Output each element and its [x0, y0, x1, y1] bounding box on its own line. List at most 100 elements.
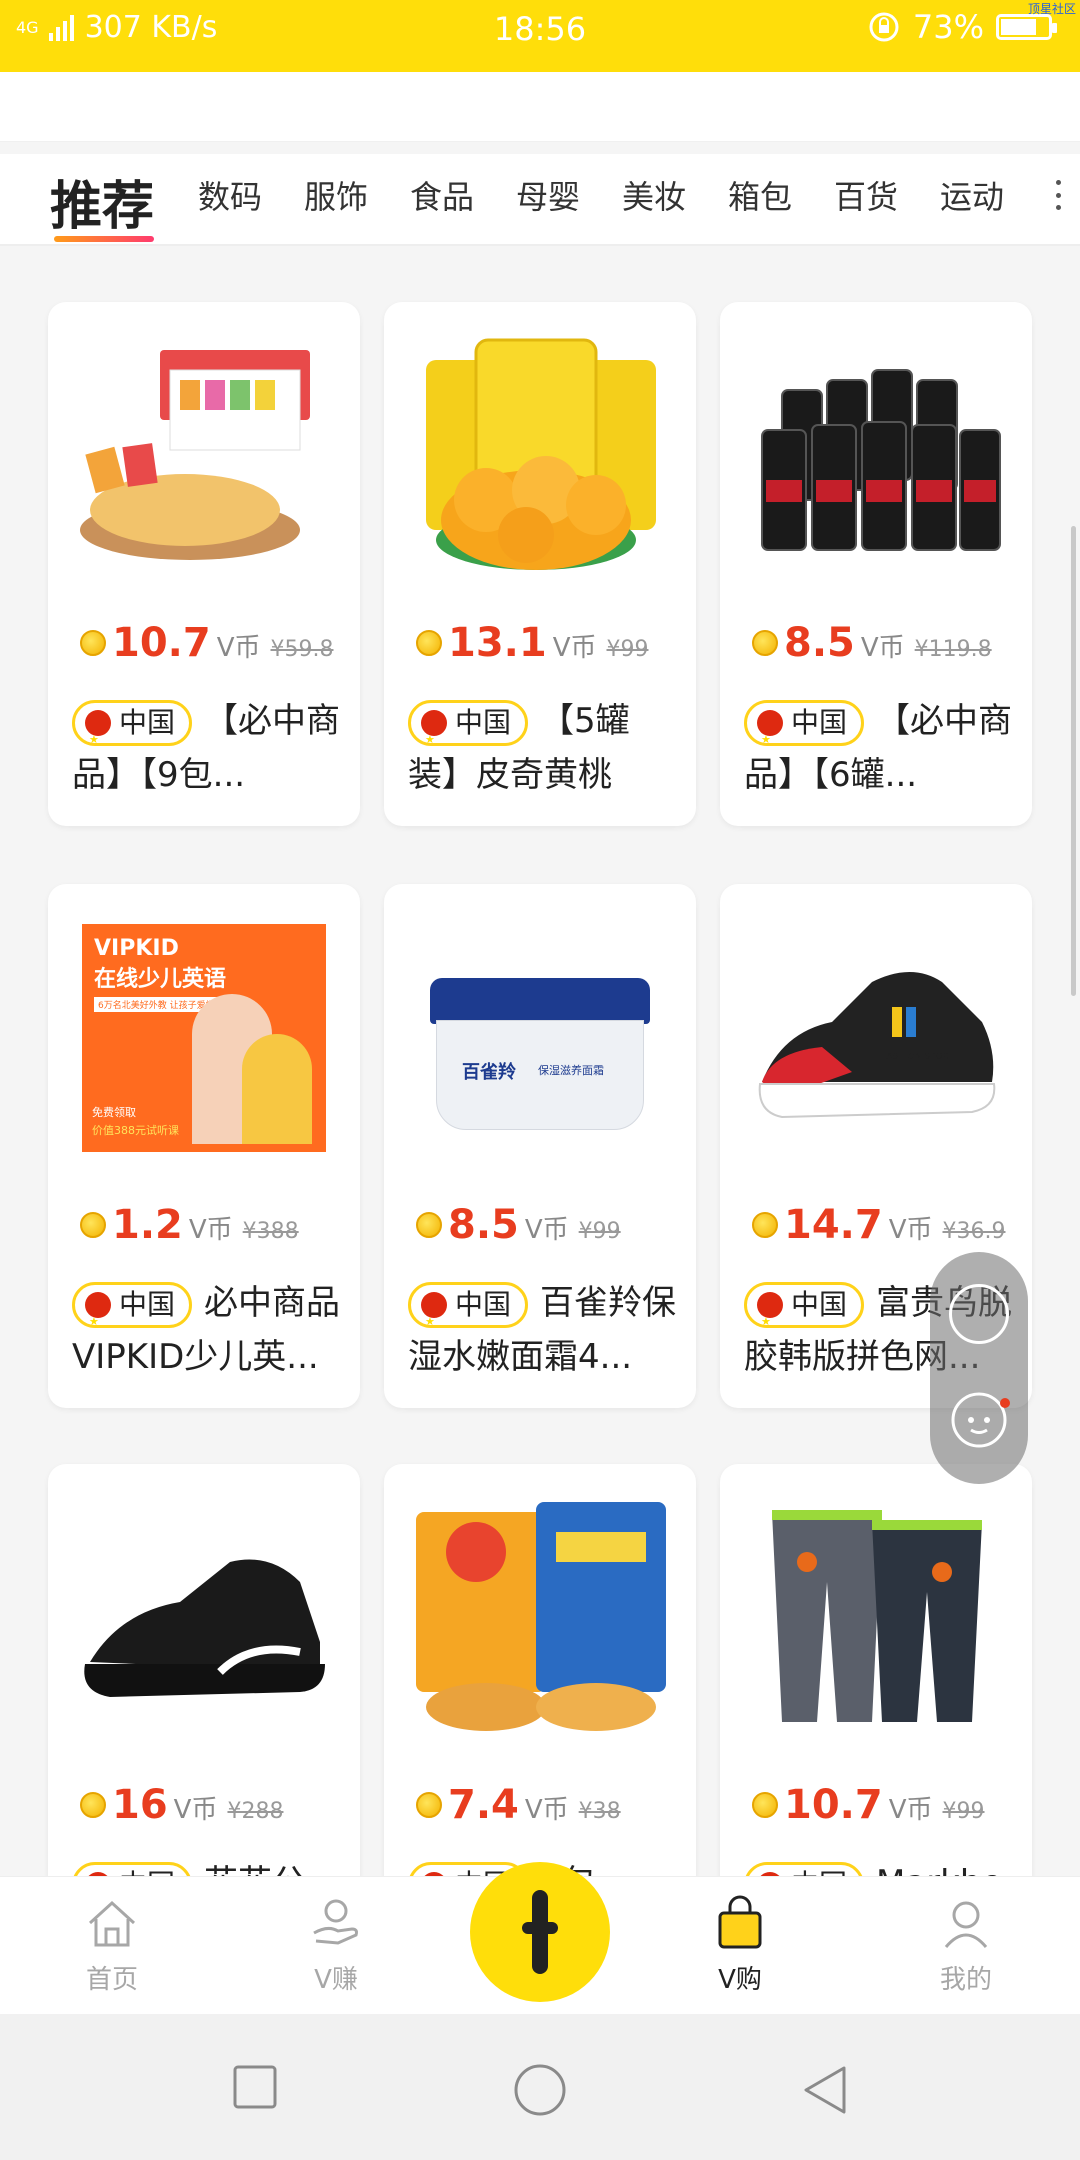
assistant-circle-icon[interactable]	[949, 1284, 1009, 1344]
nav-shop[interactable]: V购	[660, 1895, 820, 1996]
tab-sports[interactable]: 运动	[940, 172, 1004, 218]
original-price: ¥99	[578, 1219, 621, 1244]
battery-percent: 73%	[912, 8, 984, 46]
china-flag-icon	[421, 709, 447, 767]
product-title: 中国必中商品VIPKID少儿英...	[72, 1276, 340, 1384]
price-unit: V币	[188, 1215, 233, 1245]
country-label: 中国	[119, 705, 176, 739]
tab-general[interactable]: 百货	[834, 172, 898, 218]
coin-icon	[416, 1212, 442, 1238]
product-title: 中国【5罐装】皮奇黄桃罐...	[408, 694, 676, 802]
product-title: 中国 Markbe	[744, 1856, 1012, 1876]
price: 14.7	[784, 1202, 883, 1248]
cream-type: 保湿滋养面霜	[538, 1064, 604, 1077]
back-triangle-icon[interactable]	[800, 2062, 850, 2118]
price: 8.5	[784, 620, 855, 666]
tab-bags[interactable]: 箱包	[728, 172, 792, 218]
product-card[interactable]: 13.1 V币 ¥99 中国【5罐装】皮奇黄桃罐...	[384, 302, 696, 826]
country-label: 中国	[119, 1287, 176, 1321]
tab-active-indicator	[54, 236, 154, 242]
nav-earn[interactable]: V赚	[256, 1895, 416, 1996]
price: 16	[112, 1782, 168, 1828]
top-category-strip	[0, 72, 1080, 142]
price-row: 10.7 V币 ¥99	[752, 1782, 985, 1828]
coin-icon	[752, 1792, 778, 1818]
country-tag: 中国	[408, 1281, 529, 1349]
original-price: ¥59.8	[270, 637, 334, 662]
china-flag-icon	[85, 709, 111, 767]
china-flag-icon	[757, 709, 783, 767]
product-card[interactable]: 10.7 V币 ¥99 中国 Markbe	[720, 1464, 1032, 1876]
price-row: 13.1 V币 ¥99	[416, 620, 649, 666]
notification-dot	[1000, 1398, 1010, 1408]
scrollbar[interactable]	[1071, 526, 1076, 996]
country-label: 中国	[455, 1287, 512, 1321]
tab-apparel[interactable]: 服饰	[304, 172, 368, 218]
tab-beauty[interactable]: 美妆	[622, 172, 686, 218]
nav-profile[interactable]: 我的	[886, 1895, 1046, 1996]
price-row: 7.4 V币 ¥38	[416, 1782, 621, 1828]
product-card[interactable]: 8.5 V币 ¥119.8 中国【必中商品】【6罐...	[720, 302, 1032, 826]
product-card[interactable]: 16 V币 ¥288 中国 花花公	[48, 1464, 360, 1876]
price-row: 14.7 V币 ¥36.9	[752, 1202, 1005, 1248]
user-icon	[944, 1901, 988, 1948]
vipkid-value: 价值388元试听课	[92, 1124, 179, 1137]
product-card[interactable]: VIPKID 在线少儿英语 6万名北美好外教 让孩子爱学爱说 免费领取 价值38…	[48, 884, 360, 1408]
china-flag-icon	[85, 1291, 111, 1349]
nav-home[interactable]: 首页	[32, 1895, 192, 1996]
cream-brand: 百雀羚	[462, 1062, 516, 1083]
coin-icon	[80, 630, 106, 656]
tab-baby[interactable]: 母婴	[516, 172, 580, 218]
hand-coin-icon	[313, 1899, 358, 1945]
vipkid-brand: VIPKID	[94, 936, 179, 961]
country-label: 中国	[791, 705, 848, 739]
price-unit: V币	[860, 633, 905, 663]
country-tag: 中国	[744, 699, 865, 767]
product-image-snack-bags	[416, 1502, 666, 1731]
original-price: ¥99	[606, 637, 649, 662]
product-card[interactable]: 7.4 V币 ¥38 中国2包	[384, 1464, 696, 1876]
country-tag: 中国	[72, 699, 193, 767]
original-price: ¥99	[942, 1799, 985, 1824]
nav-shop-label: V购	[718, 1965, 762, 1995]
corner-watermark: 顶星社区	[1027, 2, 1076, 16]
tab-recommend[interactable]: 推荐	[50, 164, 154, 239]
original-price: ¥38	[578, 1799, 621, 1824]
product-card[interactable]: 百雀羚 保湿滋养面霜 8.5 V币 ¥99 中国百雀羚保湿水嫩面霜4...	[384, 884, 696, 1408]
product-name: 花花公	[204, 1863, 306, 1876]
product-title: 中国百雀羚保湿水嫩面霜4...	[408, 1276, 676, 1384]
coin-icon	[416, 1792, 442, 1818]
center-plus-button[interactable]	[470, 1862, 610, 2002]
country-tag: 中国	[744, 1861, 865, 1876]
tab-food[interactable]: 食品	[410, 172, 474, 218]
price: 10.7	[112, 620, 211, 666]
country-tag: 中国	[72, 1861, 193, 1876]
product-card[interactable]: 10.7 V币 ¥59.8 中国【必中商品】【9包...	[48, 302, 360, 826]
home-circle-icon[interactable]	[512, 2062, 568, 2118]
price: 13.1	[448, 620, 547, 666]
recents-square-icon[interactable]	[230, 2062, 280, 2112]
category-tabs: 推荐 数码 服饰 食品 母婴 美妆 箱包 百货 运动	[0, 154, 1080, 246]
country-tag: 中国	[408, 699, 529, 767]
more-tabs-icon[interactable]	[1056, 180, 1062, 210]
coin-icon	[752, 630, 778, 656]
battery-icon	[996, 14, 1057, 40]
nav-earn-label: V赚	[314, 1965, 358, 1995]
price: 10.7	[784, 1782, 883, 1828]
china-flag-icon	[757, 1291, 783, 1349]
price-row: 8.5 V币 ¥119.8	[752, 620, 992, 666]
country-label: 中国	[791, 1287, 848, 1321]
original-price: ¥36.9	[942, 1219, 1006, 1244]
coin-icon	[80, 1792, 106, 1818]
price-unit: V币	[524, 1795, 569, 1825]
country-label: 中国	[791, 1858, 847, 1877]
status-bar: 4G 307 KB/s 18:56 73% 顶星社区	[0, 0, 1080, 72]
price-row: 1.2 V币 ¥388	[80, 1202, 299, 1248]
product-title: 中国 花花公	[72, 1856, 340, 1876]
product-title: 中国【必中商品】【6罐...	[744, 694, 1012, 802]
tab-digital[interactable]: 数码	[198, 172, 262, 218]
price-unit: V币	[552, 633, 597, 663]
price-unit: V币	[524, 1215, 569, 1245]
original-price: ¥388	[242, 1219, 299, 1244]
price-row: 10.7 V币 ¥59.8	[80, 620, 333, 666]
